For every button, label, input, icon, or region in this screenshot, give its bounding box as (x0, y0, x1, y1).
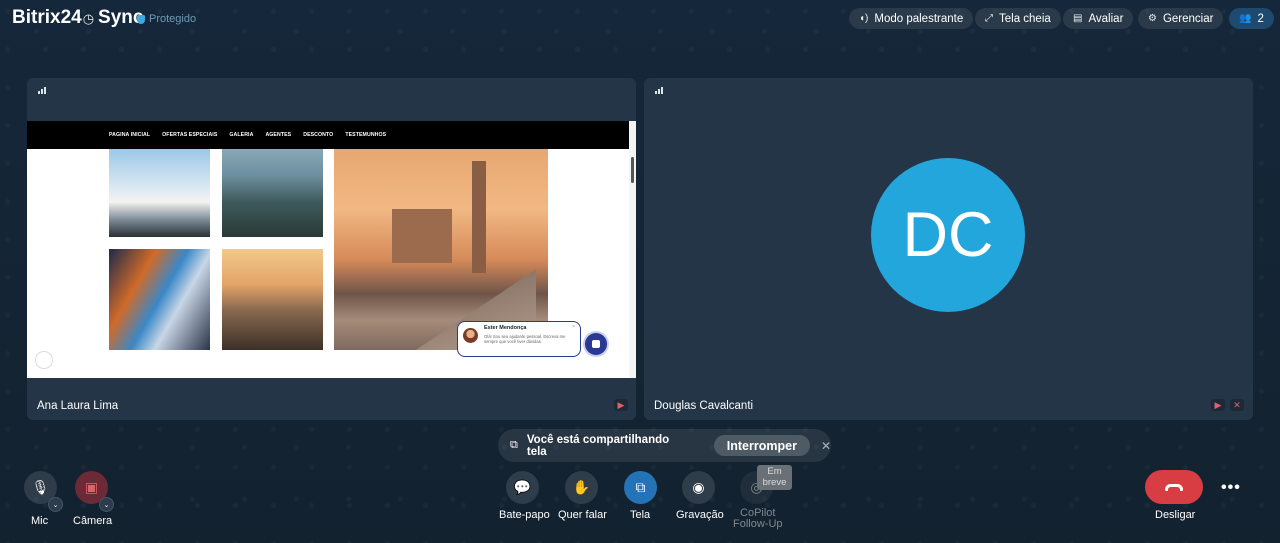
participant-name: Ana Laura Lima (37, 400, 119, 412)
mic-off-icon: ✕ (1230, 399, 1244, 411)
gallery-image-terrace (109, 149, 210, 237)
site-nav-item: PAGINA INICIAL (109, 132, 151, 138)
shield-icon (137, 14, 145, 24)
site-nav-item: DESCONTO (303, 132, 334, 138)
close-icon[interactable]: × (572, 324, 575, 330)
participant-tile-2[interactable]: DC Douglas Cavalcanti ▶ ✕ (644, 78, 1253, 420)
screen-share-button[interactable]: ⧉ (624, 471, 657, 504)
participant-name: Douglas Cavalcanti (654, 400, 754, 412)
gear-icon: ⚙ (1148, 13, 1157, 24)
participants-count: 2 (1257, 12, 1264, 25)
screen-share-label: Tela (630, 509, 651, 521)
chat-text: Olá! Sou seu ajudante pessoal. Escreva m… (484, 334, 566, 344)
mic-icon: 🎙 (31, 479, 50, 495)
app-logo: Bitrix24 ◷ Sync (12, 7, 143, 29)
record-icon: ◉ (692, 479, 705, 495)
users-icon: 👥 (1239, 13, 1252, 24)
manage-button[interactable]: ⚙ Gerenciar (1138, 8, 1224, 29)
raise-hand-button[interactable]: ✋ (565, 471, 598, 504)
agent-avatar (463, 328, 478, 343)
avatar: DC (871, 158, 1025, 312)
speaker-mode-icon: ◖) (859, 13, 869, 24)
hand-icon: ✋ (572, 479, 591, 495)
record-label: Gravação (676, 509, 724, 521)
site-chat-popup[interactable]: Ester Mendonça Olá! Sou seu ajudante pes… (457, 321, 581, 357)
more-icon[interactable]: ••• (1221, 479, 1241, 497)
site-nav: PAGINA INICIAL OFERTAS ESPECIAIS GALERIA… (27, 121, 629, 149)
gallery-image-church (334, 149, 548, 350)
fullscreen-button[interactable]: ⤢ Tela cheia (975, 8, 1061, 29)
participants-button[interactable]: 👥 2 (1229, 8, 1274, 29)
loader-icon (35, 351, 53, 369)
chevron-down-icon: ⌄ (52, 501, 59, 509)
chat-icon (592, 340, 600, 348)
screen-share-notice: ⧉ Você está compartilhando tela Interrom… (498, 429, 831, 462)
gallery-image-traffic (109, 249, 210, 350)
site-scrollbar (629, 121, 636, 378)
phone-hangup-icon (1165, 483, 1183, 491)
share-notice-text: Você está compartilhando tela (526, 433, 670, 458)
camera-off-icon: ▶ (614, 399, 628, 411)
fullscreen-label: Tela cheia (999, 12, 1051, 25)
fullscreen-icon: ⤢ (985, 13, 993, 24)
screen-share-icon: ⧉ (510, 439, 518, 451)
chat-label: Bate-papo (499, 509, 550, 521)
feedback-label: Avaliar (1088, 12, 1124, 25)
chat-button[interactable]: 💬 (506, 471, 539, 504)
record-button[interactable]: ◉ (682, 471, 715, 504)
signal-icon (38, 87, 46, 94)
camera-off-icon: ▣ (84, 479, 99, 495)
gallery-image-skyline (222, 249, 323, 350)
logo-text: Bitrix24 (12, 7, 82, 28)
speaker-mode-label: Modo palestrante (874, 12, 964, 25)
stop-sharing-button[interactable]: Interromper (713, 435, 810, 456)
chevron-down-icon: ⌄ (103, 501, 110, 509)
gallery-image-towers (222, 149, 323, 237)
chat-widget-button[interactable] (585, 333, 607, 355)
shared-screen: PAGINA INICIAL OFERTAS ESPECIAIS GALERIA… (27, 121, 636, 378)
close-icon[interactable]: ✕ (821, 439, 831, 453)
protected-label: Protegido (149, 13, 197, 25)
mic-label: Mic (31, 515, 49, 527)
copilot-label: CoPilot Follow-Up (733, 508, 783, 530)
raise-hand-label: Quer falar (558, 509, 607, 521)
camera-options-button[interactable]: ⌄ (99, 497, 114, 512)
feedback-icon: ▤ (1073, 13, 1083, 24)
manage-label: Gerenciar (1162, 12, 1214, 25)
camera-label: Câmera (73, 515, 113, 527)
chat-title: Ester Mendonça (484, 325, 527, 331)
screen-share-icon: ⧉ (635, 479, 646, 495)
speaker-mode-button[interactable]: ◖) Modo palestrante (849, 8, 974, 29)
feedback-button[interactable]: ▤ Avaliar (1063, 8, 1134, 29)
tooltip-line2: breve (762, 477, 787, 488)
tooltip-line1: Em (767, 466, 782, 477)
camera-off-icon: ▶ (1211, 399, 1225, 411)
protected-badge: Protegido (137, 13, 196, 25)
mic-options-button[interactable]: ⌄ (48, 497, 63, 512)
copilot-label-line2: Follow-Up (733, 518, 783, 530)
chat-icon: 💬 (513, 479, 532, 495)
copilot-tooltip: Em breve (757, 465, 792, 490)
signal-icon (655, 87, 663, 94)
hangup-label: Desligar (1155, 509, 1196, 521)
participant-tile-1[interactable]: PAGINA INICIAL OFERTAS ESPECIAIS GALERIA… (27, 78, 636, 420)
site-nav-item: AGENTES (265, 132, 292, 138)
site-nav-item: OFERTAS ESPECIAIS (162, 132, 218, 138)
site-nav-item: TESTEMUNHOS (345, 132, 387, 138)
site-nav-item: GALERIA (229, 132, 254, 138)
hangup-button[interactable] (1145, 470, 1203, 504)
clock-icon: ◷ (82, 11, 95, 26)
